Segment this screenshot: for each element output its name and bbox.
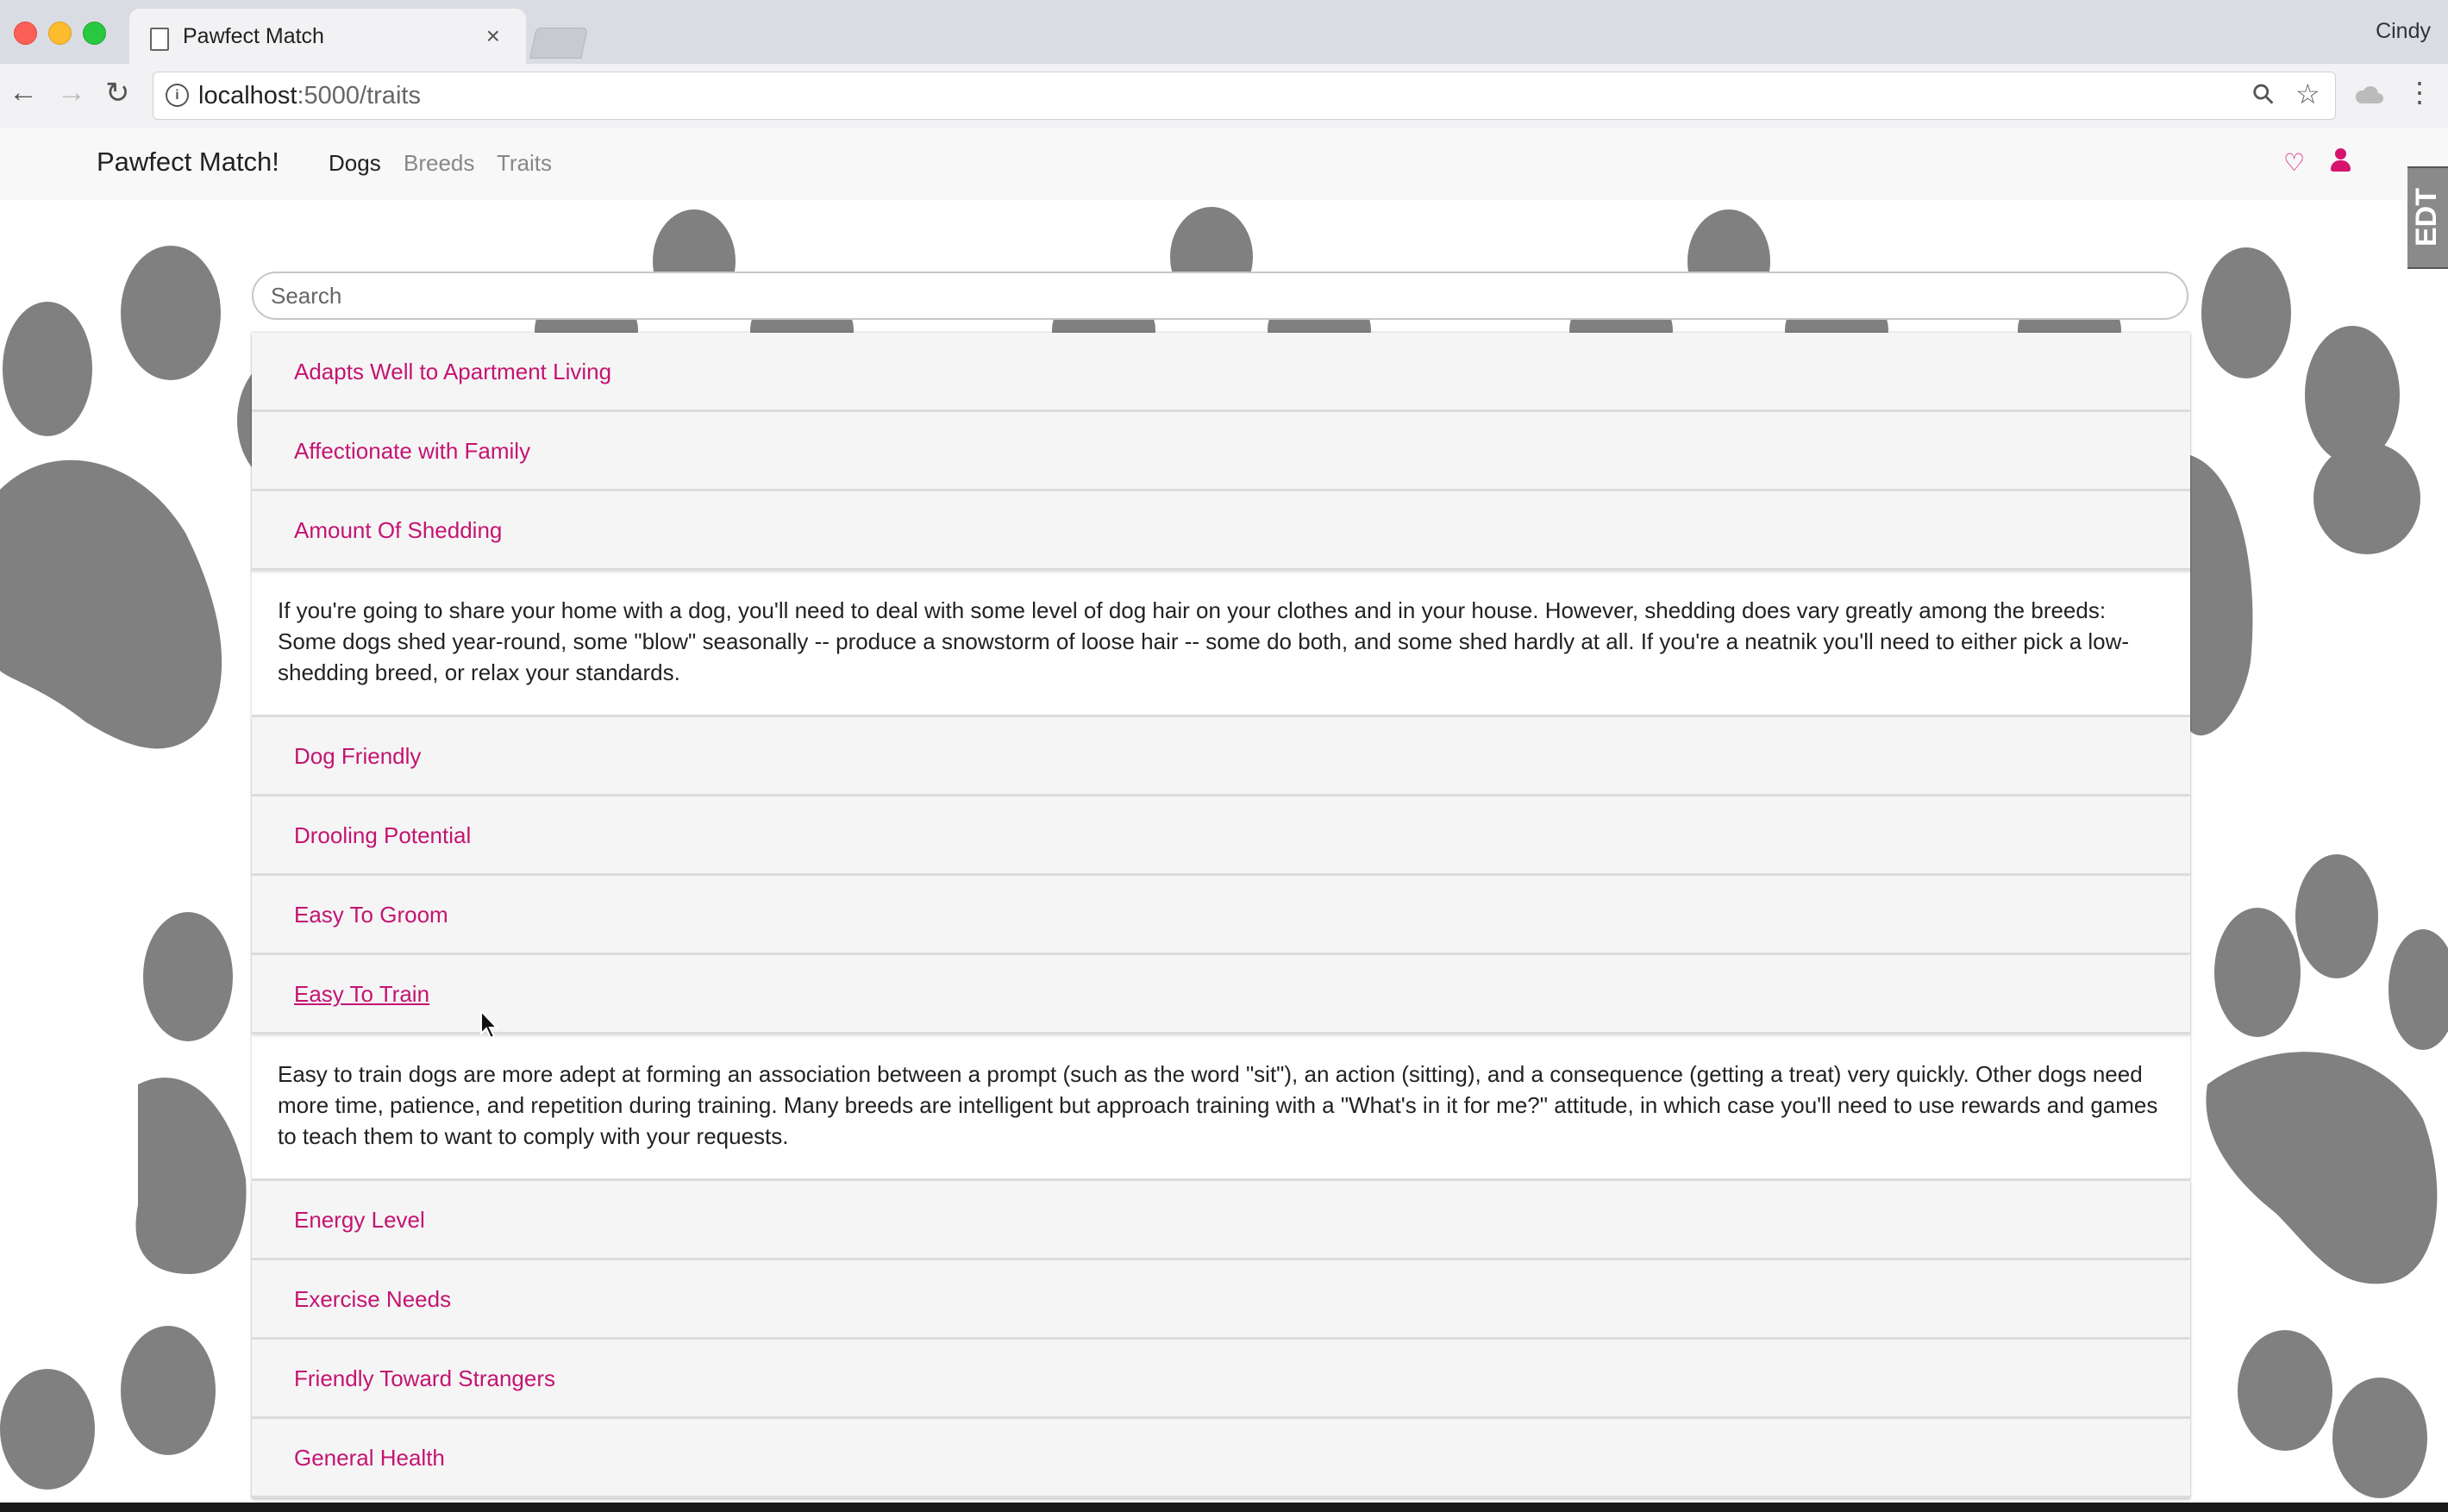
search-input[interactable] — [252, 272, 2188, 320]
trait-row[interactable]: Friendly Toward Strangers — [252, 1340, 2190, 1419]
back-icon[interactable]: ← — [9, 76, 38, 109]
close-tab-icon[interactable]: × — [486, 22, 500, 50]
nav-link-traits[interactable]: Traits — [497, 150, 552, 177]
cloud-extension-icon[interactable] — [2354, 83, 2383, 105]
trait-row[interactable]: Amount Of Shedding — [252, 491, 2190, 571]
extension-badge[interactable]: EDT — [2407, 166, 2448, 269]
title-bar: Pawfect Match × Cindy — [0, 0, 2448, 66]
trait-label[interactable]: Adapts Well to Apartment Living — [294, 359, 611, 385]
trait-row[interactable]: Dog Friendly — [252, 717, 2190, 797]
browser-toolbar: ← → ↻ i localhost:5000/traits ⚲ ☆ ⋮ — [0, 64, 2448, 128]
url-host: localhost — [198, 82, 297, 109]
nav-link-dogs[interactable]: Dogs — [329, 150, 381, 177]
info-icon[interactable]: i — [166, 84, 189, 107]
url-text: localhost:5000/traits — [198, 82, 421, 110]
trait-row[interactable]: Exercise Needs — [252, 1260, 2190, 1340]
profile-name[interactable]: Cindy — [2376, 19, 2431, 44]
trait-row[interactable]: Easy To Groom — [252, 876, 2190, 955]
close-window-button[interactable] — [14, 22, 37, 45]
user-icon-body — [2331, 160, 2351, 172]
page-icon — [150, 28, 169, 51]
browser-tab[interactable]: Pawfect Match × — [129, 9, 526, 66]
trait-row[interactable]: Drooling Potential — [252, 797, 2190, 876]
browser-menu-icon[interactable]: ⋮ — [2406, 76, 2433, 109]
site-navbar: Pawfect Match! Dogs Breeds Traits ♡ — [0, 128, 2448, 200]
trait-row[interactable]: Affectionate with Family — [252, 412, 2190, 491]
trait-label[interactable]: Exercise Needs — [294, 1286, 451, 1313]
new-tab-button[interactable] — [529, 28, 588, 59]
zoom-icon[interactable]: ⚲ — [2245, 75, 2282, 112]
trait-label[interactable]: Energy Level — [294, 1207, 425, 1234]
reload-icon[interactable]: ↻ — [105, 76, 130, 110]
forward-icon[interactable]: → — [57, 76, 86, 109]
maximize-window-button[interactable] — [83, 22, 106, 45]
trait-row[interactable]: Adapts Well to Apartment Living — [252, 333, 2190, 412]
trait-label[interactable]: Dog Friendly — [294, 743, 421, 770]
mouse-cursor-icon — [480, 1009, 499, 1040]
brand-link[interactable]: Pawfect Match! — [97, 147, 279, 178]
page-content: Pawfect Match! Dogs Breeds Traits ♡ EDT … — [0, 128, 2448, 1503]
browser-window: Pawfect Match × Cindy ← → ↻ i localhost:… — [0, 0, 2448, 1503]
user-icon[interactable] — [2328, 148, 2354, 174]
trait-label[interactable]: Affectionate with Family — [294, 438, 530, 465]
trait-description: Easy to train dogs are more adept at for… — [252, 1034, 2190, 1181]
tab-title: Pawfect Match — [183, 24, 324, 48]
trait-label[interactable]: Drooling Potential — [294, 822, 471, 849]
trait-label[interactable]: Amount Of Shedding — [294, 517, 502, 544]
trait-label[interactable]: Easy To Groom — [294, 902, 448, 928]
trait-row[interactable]: Energy Level — [252, 1181, 2190, 1260]
trait-label[interactable]: General Health — [294, 1445, 445, 1471]
address-bar[interactable]: i localhost:5000/traits ⚲ ☆ — [153, 72, 2336, 120]
url-path: :5000/traits — [297, 82, 421, 109]
heart-icon[interactable]: ♡ — [2283, 148, 2305, 177]
nav-link-breeds[interactable]: Breeds — [404, 150, 474, 177]
trait-description: If you're going to share your home with … — [252, 571, 2190, 717]
traits-list: Adapts Well to Apartment Living Affectio… — [252, 333, 2190, 1498]
trait-row[interactable]: Easy To Train — [252, 955, 2190, 1034]
bookmark-star-icon[interactable]: ☆ — [2295, 78, 2320, 110]
trait-label[interactable]: Easy To Train — [294, 981, 429, 1008]
trait-row[interactable]: General Health — [252, 1419, 2190, 1498]
user-icon-head — [2335, 148, 2346, 159]
minimize-window-button[interactable] — [48, 22, 72, 45]
trait-label[interactable]: Friendly Toward Strangers — [294, 1365, 555, 1392]
